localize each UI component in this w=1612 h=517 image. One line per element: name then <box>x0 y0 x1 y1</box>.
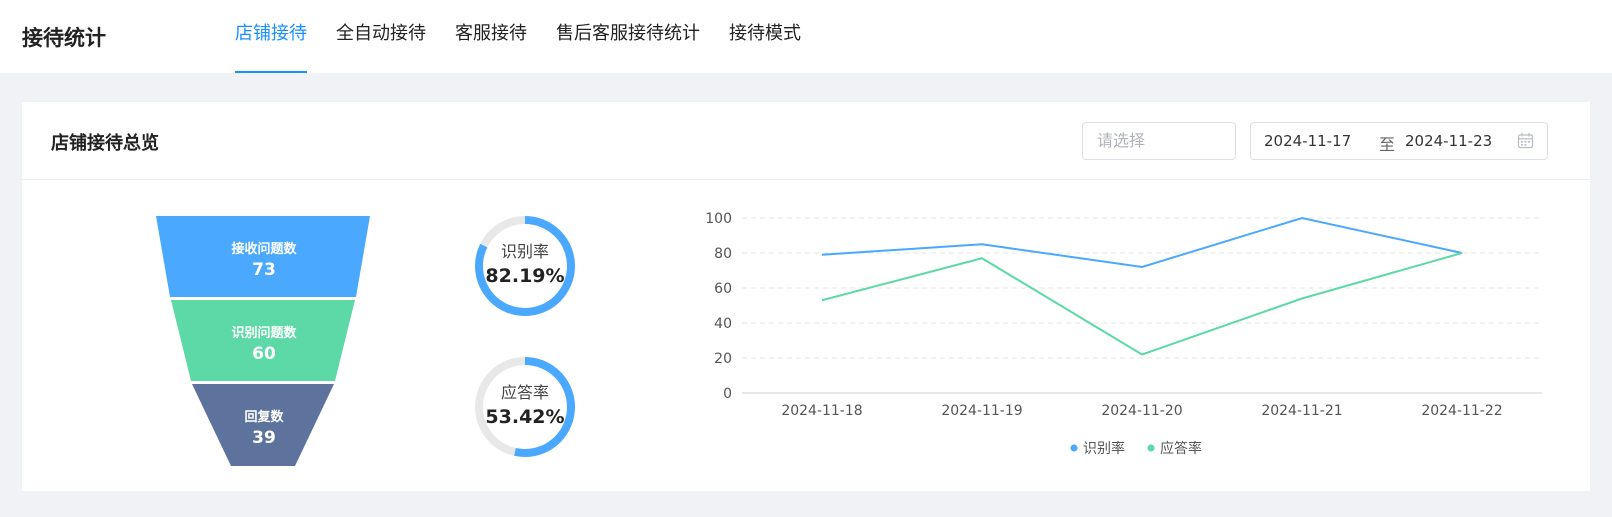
legend-marker <box>1070 444 1078 452</box>
y-tick-label: 40 <box>714 316 732 332</box>
tab-reception-mode[interactable]: 接待模式 <box>729 0 801 73</box>
x-tick-label: 2024-11-19 <box>941 403 1022 419</box>
card-title: 店铺接待总览 <box>51 133 159 154</box>
page-title: 接待统计 <box>22 26 106 50</box>
shop-select[interactable]: 请选择 <box>1082 122 1236 160</box>
funnel-item-replied: 回复数 39 <box>156 406 372 448</box>
response-rate-gauge: 应答率 53.42% <box>473 355 577 459</box>
funnel-item-recognized: 识别问题数 60 <box>156 322 372 364</box>
y-tick-label: 0 <box>723 386 732 402</box>
funnel-value: 60 <box>252 344 276 364</box>
x-tick-label: 2024-11-21 <box>1261 403 1342 419</box>
funnel-value: 39 <box>252 428 276 448</box>
tab-bar: 店铺接待 全自动接待 客服接待 售后客服接待统计 接待模式 <box>235 0 830 73</box>
funnel-value: 73 <box>252 260 276 280</box>
date-range-picker[interactable]: 2024-11-17 至 2024-11-23 <box>1250 122 1548 160</box>
card-header: 店铺接待总览 请选择 2024-11-17 至 2024-11-23 <box>22 102 1590 180</box>
date-end-input[interactable]: 2024-11-23 <box>1405 132 1492 150</box>
gauge-label: 应答率 <box>500 383 549 402</box>
top-bar: 接待统计 店铺接待 全自动接待 客服接待 售后客服接待统计 接待模式 <box>0 0 1612 73</box>
funnel-label: 回复数 <box>244 410 284 425</box>
calendar-icon[interactable] <box>1517 132 1534 149</box>
series-line-0 <box>821 216 1463 269</box>
x-tick-label: 2024-11-20 <box>1101 403 1182 419</box>
tab-service-reception[interactable]: 客服接待 <box>455 0 527 73</box>
date-start-input[interactable]: 2024-11-17 <box>1264 132 1351 150</box>
tab-auto-reception[interactable]: 全自动接待 <box>336 0 426 73</box>
y-tick-label: 80 <box>714 246 732 262</box>
rate-trend-chart: 0 20 40 60 80 100 2024-11-18 2024-11-19 2024-11-… <box>705 211 1542 457</box>
gauge-label: 识别率 <box>500 242 549 261</box>
legend-label: 应答率 <box>1160 440 1202 457</box>
funnel-item-received: 接收问题数 73 <box>156 238 372 280</box>
legend-label: 识别率 <box>1083 440 1125 457</box>
gauge-value: 53.42% <box>485 406 565 428</box>
gauge-value: 82.19% <box>485 265 565 287</box>
y-tick-label: 20 <box>714 351 732 367</box>
tab-store-reception[interactable]: 店铺接待 <box>235 0 307 73</box>
legend-marker <box>1147 444 1155 452</box>
series-line-1 <box>821 252 1463 356</box>
y-tick-label: 100 <box>705 211 732 227</box>
y-tick-label: 60 <box>714 281 732 297</box>
funnel-label: 识别问题数 <box>231 326 297 341</box>
reception-funnel: 接收问题数 73 识别问题数 60 回复数 39 <box>156 216 372 468</box>
x-tick-label: 2024-11-22 <box>1421 403 1502 419</box>
funnel-label: 接收问题数 <box>231 242 297 257</box>
recognition-rate-gauge: 识别率 82.19% <box>473 214 577 318</box>
date-separator: 至 <box>1379 135 1396 154</box>
x-tick-label: 2024-11-18 <box>781 403 862 419</box>
overview-card: 店铺接待总览 请选择 2024-11-17 至 2024-11-23 接收问题数… <box>22 102 1590 491</box>
tab-aftersale-stats[interactable]: 售后客服接待统计 <box>556 0 700 73</box>
